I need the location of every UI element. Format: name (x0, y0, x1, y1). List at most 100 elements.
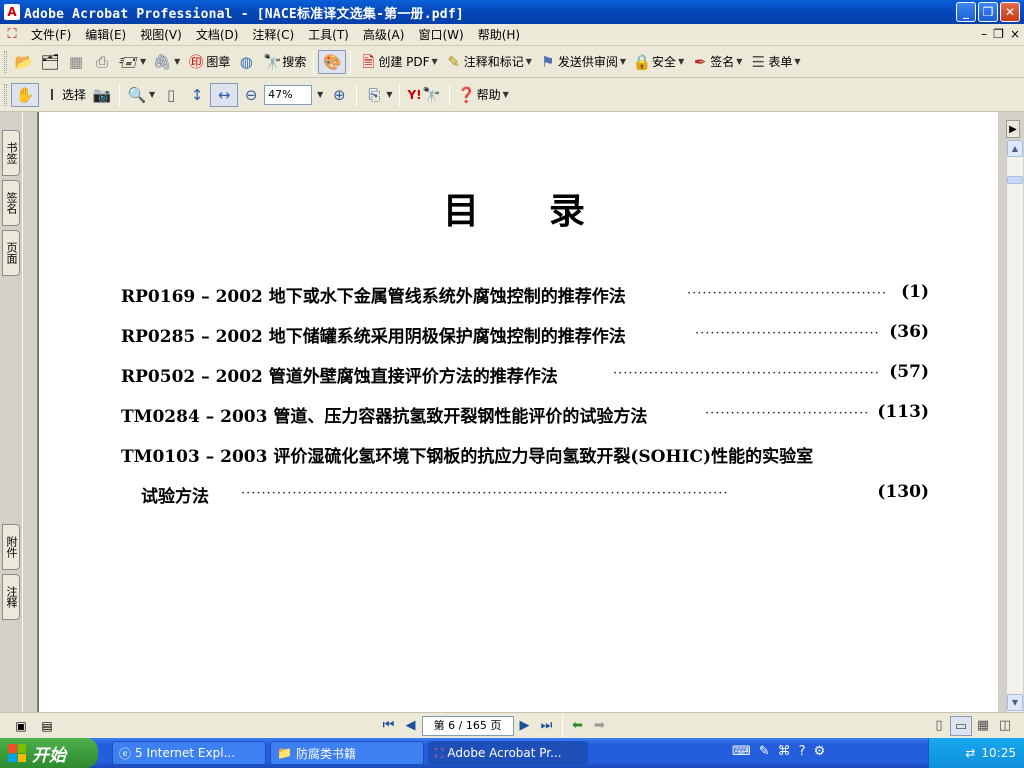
go-forward-button[interactable]: ➡ (589, 716, 611, 736)
fit-width-button[interactable]: ↔ (210, 82, 239, 107)
binoculars-icon: 🔭 (422, 85, 441, 104)
snapshot-button[interactable]: 📷 (89, 83, 115, 107)
toc-entry-3[interactable]: RP0502 – 2002 管道外壁腐蚀直接评价方法的推荐作法 (121, 362, 558, 387)
toc-page-5[interactable]: (130) (867, 482, 929, 502)
tab-attachments[interactable]: 附件 (2, 524, 20, 570)
panel-toggle[interactable]: ▤ (34, 714, 60, 738)
open-button[interactable]: 📂 (11, 50, 37, 74)
last-page-button[interactable]: ⏭ (536, 716, 558, 736)
previous-page-button[interactable]: ◀ (400, 716, 422, 736)
toc-page-3[interactable]: (57) (877, 362, 929, 382)
vertical-scrollbar[interactable]: ▲ ▼ (1006, 140, 1023, 712)
zoom-in-button[interactable]: ⊕ (326, 83, 352, 107)
actual-size-button[interactable]: ▯ (158, 83, 184, 107)
menu-view[interactable]: 视图(V) (133, 26, 189, 43)
menu-document[interactable]: 文档(D) (189, 26, 246, 43)
task-folder[interactable]: 📁 防腐类书籍 (270, 741, 424, 765)
sign-button[interactable]: ✒ 签名 ▼ (687, 50, 745, 74)
minimize-button[interactable]: _ (956, 2, 976, 22)
close-button[interactable]: ✕ (1000, 2, 1020, 22)
print-button[interactable]: ⎙ (89, 50, 115, 74)
zoom-in-tool-button[interactable]: 🔍 ▼ (124, 83, 158, 107)
single-page-button[interactable]: ▯ (928, 716, 950, 736)
forms-button[interactable]: ☰ 表单 ▼ (745, 50, 803, 74)
tab-bookmarks[interactable]: 书签 (2, 130, 20, 176)
organizer-button[interactable]: 🗂 (37, 50, 63, 74)
page-number-field[interactable]: 第 6 / 165 页 (421, 715, 514, 736)
keyboard-icon[interactable]: ⌨ (732, 744, 751, 759)
continuous-button[interactable]: ▭ (950, 715, 972, 736)
toc-entry-5-cont[interactable]: 试验方法 (141, 482, 209, 507)
doc-minimize-button[interactable]: – (981, 27, 987, 41)
zoom-input[interactable]: 47% (264, 84, 313, 105)
tab-signatures[interactable]: 签名 (2, 180, 20, 226)
zoom-dropdown[interactable]: ▼ (312, 83, 326, 107)
toc-entry-5[interactable]: TM0103 – 2003 评价湿硫化氢环境下钢板的抗应力导向氢致开裂(SOHI… (121, 442, 813, 467)
task-internet-explorer[interactable]: ⓔ 5 Internet Expl... (112, 741, 266, 765)
help-button[interactable]: ❓ 帮助 ▼ (454, 83, 512, 107)
comment-markup-button[interactable]: ✎ 注释和标记 ▼ (441, 50, 535, 74)
toolbar-separator (313, 50, 315, 73)
save-button[interactable]: ▦ (63, 50, 89, 74)
menu-advanced[interactable]: 高级(A) (356, 26, 412, 43)
page-layout-button[interactable]: ⎘ ▼ (361, 83, 395, 107)
nav-pane-toggle[interactable]: ▶ (1006, 120, 1020, 138)
toc-entry-2[interactable]: RP0285 – 2002 地下储罐系统采用阴极保护腐蚀控制的推荐作法 (121, 322, 626, 347)
zoom-out-button[interactable]: ⊖ (238, 83, 264, 107)
toc-page-2[interactable]: (36) (877, 322, 929, 342)
tab-pages[interactable]: 页面 (2, 230, 20, 276)
chevron-down-icon: ▼ (736, 57, 743, 66)
scroll-up-button[interactable]: ▲ (1007, 140, 1023, 157)
menu-tools[interactable]: 工具(T) (301, 26, 356, 43)
pen-icon[interactable]: ✎ (759, 744, 770, 759)
fit-page-button[interactable]: ↕ (184, 83, 210, 107)
send-review-button[interactable]: ⚑ 发送供审阅 ▼ (535, 50, 629, 74)
toc-page-1[interactable]: (1) (877, 282, 929, 302)
doc-restore-button[interactable]: ❐ (993, 27, 1004, 41)
document-page[interactable]: 目录 RP0169 – 2002 地下或水下金属管线系统外腐蚀控制的推荐作法 ·… (38, 112, 998, 712)
tab-comments[interactable]: 注释 (2, 574, 20, 620)
doc-close-button[interactable]: × (1010, 27, 1020, 41)
facing-button[interactable]: ▦ (972, 716, 994, 736)
stamp-button[interactable]: ㊞图章 (183, 50, 233, 74)
clock[interactable]: 10:25 (981, 746, 1016, 760)
search-button[interactable]: 🔭 搜索 (259, 50, 309, 74)
maximize-button[interactable]: ❐ (978, 2, 998, 22)
security-button[interactable]: 🔒 安全 ▼ (629, 50, 687, 74)
go-back-button[interactable]: ⬅ (567, 716, 589, 736)
toolbar-grip[interactable] (4, 50, 7, 73)
window-titlebar[interactable]: A Adobe Acrobat Professional - [NACE标准译文… (0, 0, 1024, 24)
next-page-button[interactable]: ▶ (514, 716, 536, 736)
tasks-button[interactable]: 🎨 (318, 49, 347, 74)
hand-tool-button[interactable]: ✋ (11, 82, 39, 107)
email-button[interactable]: 🖅 ▼ (115, 50, 149, 74)
menu-help[interactable]: 帮助(H) (471, 26, 527, 43)
menu-window[interactable]: 窗口(W) (411, 26, 470, 43)
ime-icon[interactable]: ⌘ (778, 744, 791, 759)
start-button[interactable]: 开始 (0, 738, 98, 768)
page-view-toggle[interactable]: ▣ (8, 714, 34, 738)
menu-comments[interactable]: 注释(C) (245, 26, 301, 43)
network-icon[interactable]: ⇄ (965, 746, 975, 760)
help-icon[interactable]: ? (799, 744, 806, 759)
toolbar-grip[interactable] (4, 83, 7, 106)
toc-entry-4[interactable]: TM0284 – 2003 管道、压力容器抗氢致开裂钢性能评价的试验方法 (121, 402, 647, 427)
toc-page-4[interactable]: (113) (867, 402, 929, 422)
create-pdf-icon: 🗎 (362, 52, 375, 71)
task-acrobat[interactable]: ⛶ Adobe Acrobat Pr... (428, 741, 588, 765)
select-tool-button[interactable]: Ⅰ 选择 (39, 83, 89, 107)
panel-splitter[interactable] (22, 112, 38, 712)
options-icon[interactable]: ⚙ (814, 744, 826, 759)
document-icon[interactable]: ⛶ (4, 27, 20, 43)
create-pdf-button[interactable]: 🗎 创建 PDF ▼ (355, 50, 440, 74)
menu-edit[interactable]: 编辑(E) (78, 26, 133, 43)
menu-file[interactable]: 文件(F) (24, 26, 78, 43)
yahoo-search-button[interactable]: Y! 🔭 (404, 83, 444, 107)
attach-button[interactable]: 🖇 ▼ (149, 50, 183, 74)
scroll-thumb[interactable] (1007, 176, 1023, 184)
continuous-facing-button[interactable]: ◫ (994, 716, 1016, 736)
web-button[interactable]: ◍ (233, 50, 259, 74)
scroll-down-button[interactable]: ▼ (1007, 694, 1023, 711)
first-page-button[interactable]: ⏮ (378, 716, 400, 736)
toc-entry-1[interactable]: RP0169 – 2002 地下或水下金属管线系统外腐蚀控制的推荐作法 (121, 282, 626, 307)
